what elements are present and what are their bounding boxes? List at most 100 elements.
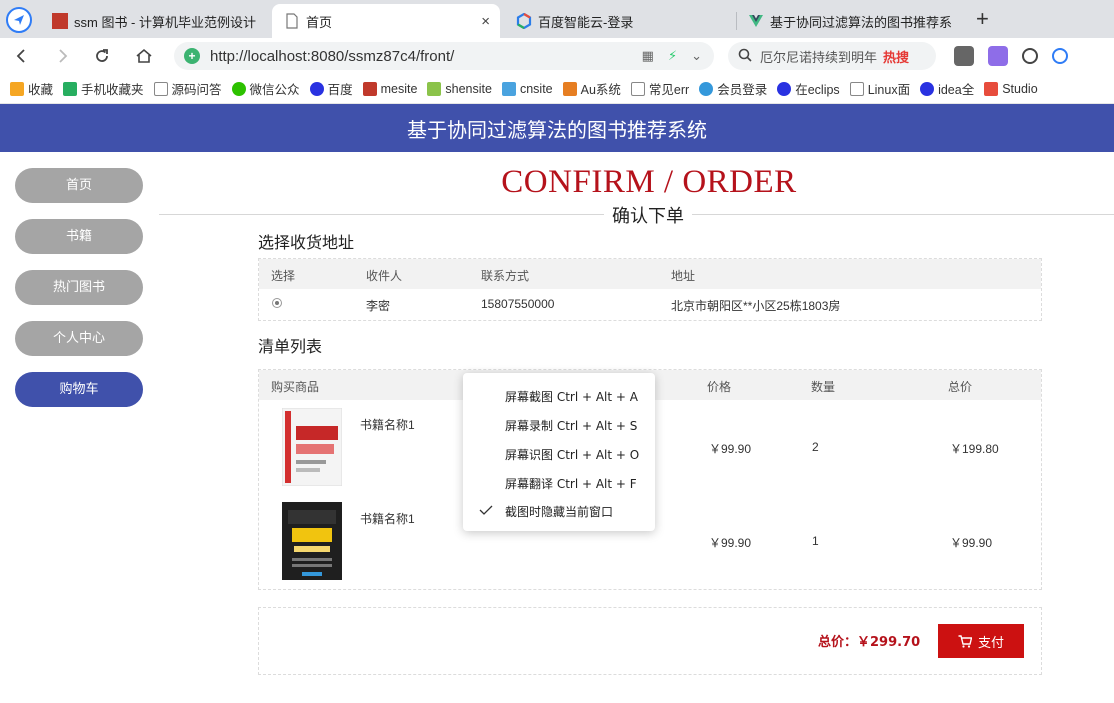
book-name[interactable]: 书籍名称1 bbox=[360, 416, 415, 433]
address-radio[interactable] bbox=[272, 298, 282, 308]
bookmark-item[interactable]: 源码问答 bbox=[153, 79, 222, 98]
nav-user-center[interactable]: 个人中心 bbox=[15, 321, 143, 356]
bookmark-item[interactable]: Linux面 bbox=[849, 79, 910, 98]
close-tab-icon[interactable]: × bbox=[481, 13, 490, 30]
scissors-icon[interactable] bbox=[1022, 48, 1038, 64]
search-icon bbox=[738, 48, 752, 65]
bookmark-item[interactable]: 收藏 bbox=[10, 79, 53, 98]
hot-search-badge: 热搜 bbox=[883, 49, 910, 65]
bookmarks-bar: 收藏 手机收藏夹 源码问答 微信公众 百度 mesite shensite cn… bbox=[0, 74, 1114, 104]
recipient-phone: 15807550000 bbox=[481, 297, 555, 311]
bookmark-label: 会员登录 bbox=[717, 83, 768, 97]
new-tab-button[interactable]: + bbox=[976, 8, 989, 30]
secure-shield-icon: + bbox=[184, 48, 200, 64]
bookmark-label: 百度 bbox=[327, 83, 353, 97]
nav-home[interactable]: 首页 bbox=[15, 168, 143, 203]
tab-book-recommend[interactable]: 基于协同过滤算法的图书推荐系 bbox=[736, 4, 966, 38]
bookmark-label: 微信公众 bbox=[249, 83, 300, 97]
tab-title: ssm 图书 - 计算机毕业范例设计 bbox=[74, 14, 256, 30]
bookmark-label: 手机收藏夹 bbox=[81, 83, 144, 97]
home-icon[interactable] bbox=[132, 44, 156, 68]
back-icon[interactable] bbox=[10, 44, 34, 68]
site-icon bbox=[427, 81, 442, 96]
bookmark-label: shensite bbox=[445, 81, 492, 96]
bookmark-item[interactable]: 手机收藏夹 bbox=[63, 79, 144, 98]
menu-item-ocr[interactable]: 屏幕识图 Ctrl + Alt + O bbox=[505, 446, 639, 463]
bookmark-item[interactable]: mesite bbox=[362, 81, 417, 96]
browser-search-box[interactable]: 厄尔尼诺持续到明年 热搜 bbox=[728, 42, 936, 70]
search-suggestion-text: 厄尔尼诺持续到明年 bbox=[760, 49, 878, 65]
nav-books[interactable]: 书籍 bbox=[15, 219, 143, 254]
address-table-header: 选择 收件人 联系方式 地址 bbox=[259, 259, 1041, 289]
tab-ssm-book[interactable]: ssm 图书 - 计算机毕业范例设计 bbox=[40, 4, 270, 38]
site-icon bbox=[562, 81, 577, 96]
header-select: 选择 bbox=[271, 269, 296, 283]
address-bar-row: + http://localhost:8080/ssmz87c4/front/ … bbox=[0, 38, 1114, 74]
checkmark-icon bbox=[479, 505, 493, 515]
url-text: http://localhost:8080/ssmz87c4/front/ bbox=[210, 47, 455, 65]
nav-cart[interactable]: 购物车 bbox=[15, 372, 143, 407]
tab-baidu-cloud[interactable]: 百度智能云-登录 bbox=[504, 4, 734, 38]
bookmark-label: Au系统 bbox=[580, 83, 621, 97]
recipient-name: 李密 bbox=[366, 299, 391, 313]
menu-item-translate[interactable]: 屏幕翻译 Ctrl + Alt + F bbox=[505, 475, 637, 492]
cloud-icon bbox=[699, 81, 714, 96]
bookmark-item[interactable]: Au系统 bbox=[562, 79, 621, 98]
tab-home[interactable]: 首页 × bbox=[272, 4, 500, 38]
header-price: 价格 bbox=[707, 380, 732, 394]
page-title-cn: 确认下单 bbox=[604, 202, 692, 228]
forward-icon[interactable] bbox=[50, 44, 74, 68]
translate-icon[interactable] bbox=[988, 46, 1008, 66]
bookmark-item[interactable]: 微信公众 bbox=[231, 79, 300, 98]
header-contact: 联系方式 bbox=[481, 269, 530, 283]
site-title: 基于协同过滤算法的图书推荐系统 bbox=[407, 117, 707, 142]
bookmark-label: 在eclips bbox=[795, 83, 840, 97]
book-price: ￥99.90 bbox=[709, 536, 752, 550]
baidu-paw-icon bbox=[777, 81, 792, 96]
pay-button[interactable]: 支付 bbox=[938, 624, 1024, 658]
bookmark-item[interactable]: shensite bbox=[427, 81, 492, 96]
phone-icon bbox=[63, 81, 78, 96]
page-icon bbox=[630, 81, 645, 96]
tab-title: 首页 bbox=[306, 14, 333, 30]
book-cover-image bbox=[282, 502, 342, 580]
url-field[interactable]: + http://localhost:8080/ssmz87c4/front/ … bbox=[174, 42, 714, 70]
bookmark-item[interactable]: 在eclips bbox=[777, 79, 840, 98]
url-action-icons: ▦ ⚡ ⌄ bbox=[642, 48, 702, 64]
header-recipient: 收件人 bbox=[366, 269, 403, 283]
star-icon bbox=[10, 81, 24, 96]
nav-hot-books[interactable]: 热门图书 bbox=[15, 270, 143, 305]
tab-favicon-icon bbox=[52, 13, 68, 29]
bookmark-label: 源码问答 bbox=[171, 83, 222, 97]
bookmark-item[interactable]: 常见err bbox=[630, 79, 690, 98]
chevron-down-icon[interactable]: ⌄ bbox=[691, 48, 702, 64]
menu-item-hide-window[interactable]: 截图时隐藏当前窗口 bbox=[505, 503, 613, 520]
site-icon bbox=[362, 81, 377, 96]
qr-code-icon[interactable]: ▦ bbox=[642, 48, 654, 64]
lightning-icon[interactable]: ⚡ bbox=[668, 48, 677, 64]
menu-item-screenshot[interactable]: 屏幕截图 Ctrl + Alt + A bbox=[505, 388, 638, 405]
book-total: ￥99.90 bbox=[950, 536, 993, 550]
baidu-paw-icon bbox=[920, 81, 935, 96]
address-row[interactable]: 李密 15807550000 北京市朝阳区**小区25栋1803房 bbox=[259, 289, 1041, 320]
site-header: 基于协同过滤算法的图书推荐系统 bbox=[0, 104, 1114, 152]
bookmark-label: 收藏 bbox=[28, 83, 54, 97]
book-qty: 1 bbox=[812, 534, 819, 548]
vue-icon bbox=[749, 15, 763, 27]
bookmark-label: 常见err bbox=[648, 83, 690, 97]
bookmark-item[interactable]: 会员登录 bbox=[699, 79, 767, 98]
browser-tab-bar: ssm 图书 - 计算机毕业范例设计 首页 × 百度智能云-登录 基于协同过滤算… bbox=[0, 0, 1114, 38]
bookmark-item[interactable]: Studio bbox=[984, 81, 1038, 96]
book-name[interactable]: 书籍名称1 bbox=[360, 510, 415, 527]
browser-logo-icon[interactable] bbox=[6, 7, 32, 33]
reading-mode-icon[interactable] bbox=[954, 46, 974, 66]
wechat-icon bbox=[231, 81, 246, 96]
search-tool-icon[interactable] bbox=[1052, 48, 1068, 64]
header-item: 购买商品 bbox=[271, 380, 320, 394]
bookmark-item[interactable]: 百度 bbox=[309, 79, 353, 98]
bookmark-item[interactable]: cnsite bbox=[501, 81, 553, 96]
menu-item-record[interactable]: 屏幕录制 Ctrl + Alt + S bbox=[505, 417, 637, 434]
header-total: 总价 bbox=[948, 380, 973, 394]
bookmark-item[interactable]: idea全 bbox=[920, 79, 974, 98]
reload-icon[interactable] bbox=[90, 44, 114, 68]
